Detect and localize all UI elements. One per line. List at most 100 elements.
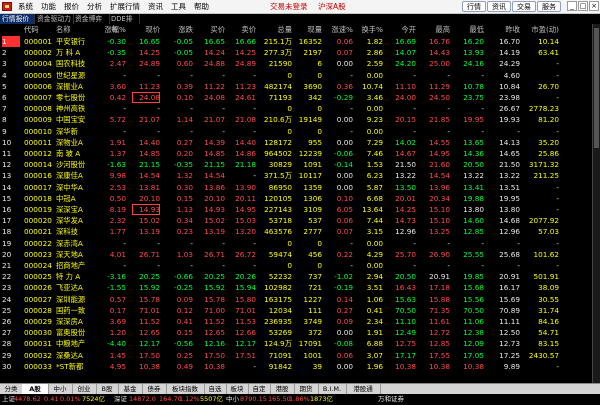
table-row[interactable]: 14 000017 深中华A 2.53 13.81 0.30 13.86 13.90 86950… [0,182,592,193]
menu-news[interactable]: 资讯 [144,0,167,13]
header-high[interactable]: 最高 [422,24,450,35]
table-row[interactable]: 23 000026 飞亚达A -1.55 15.92 -0.25 15.92 15.94 102… [0,282,592,293]
turnover-pct: 1.06 [366,294,383,304]
menu-function[interactable]: 功能 [37,0,60,13]
table-row[interactable]: 27 000030 富奥股份 1.20 12.65 0.15 12.65 12.66 53269… [0,327,592,338]
row-index: 2 [2,48,7,58]
table-row[interactable]: 16 000019 深深宝A 8.19 14.93 1.13 14.93 14.95 22714… [0,204,592,216]
table-row[interactable]: 19 000022 深赤湾A - - - - - 0 0 - 0.00 - - - - - [0,238,592,249]
table-row[interactable]: 7 000008 神州高铁 - - - - - 0 0 - 0.00 - - - 26.67 2778.23 [0,103,592,114]
table-row[interactable]: 1 000001 平安银行 -0.30 16.65 -0.05 16.65 16.66 215.… [0,36,592,48]
table-row[interactable]: 6 000007 零七股份 0.42 24.08 0.10 24.08 24.61 71193 3… [0,92,592,104]
turnover-pct: 1.96 [366,361,383,371]
table-row[interactable]: 30 000033 *ST新都 4.95 10.38 0.49 10.38 - 91842 39 0… [0,361,592,372]
tab-sector-index[interactable]: 板块指数 [166,384,205,394]
header-code[interactable]: 代码 [24,24,60,35]
menu-analysis[interactable]: 分析 [83,0,106,13]
tab-bonds[interactable]: 债券 [142,384,167,394]
low-price: 13.80 [463,205,484,214]
table-row[interactable]: 12 000014 沙河股份 -1.63 21.15 -0.35 21.15 21.18 308… [0,159,592,170]
table-row[interactable]: 2 000002 万 科 A -0.35 14.25 -0.05 14.24 14.25 277… [0,47,592,58]
tab-sme[interactable]: 中小 [48,384,73,394]
tab-custom[interactable]: 自定 [248,384,271,394]
trade-button[interactable]: 交易 [512,1,536,12]
table-row[interactable]: 13 000016 深康佳A 9.98 14.54 1.32 14.54 -371.5万 101… [0,170,592,181]
change-pct: 5.72 [109,115,126,125]
tab-hk-stocks[interactable]: 港股 [270,384,295,394]
change: 0.12 [176,305,193,315]
news-button[interactable]: 资讯 [487,1,511,12]
speed-pct: - [350,70,353,80]
header-open[interactable]: 今开 [388,24,416,35]
close-button[interactable]: × [589,1,599,11]
prev-close: 20.91 [499,272,520,282]
header-current-volume[interactable]: 现量 [294,24,322,35]
volume: 128172 [264,137,292,147]
header-name[interactable]: 名称 [56,24,96,35]
tab-watchlist[interactable]: 自选 [204,384,227,394]
sme-label: 中小 [226,395,239,403]
stock-code: 000017 [24,182,52,192]
scrollbar-thumb[interactable] [594,28,599,148]
tab-funds[interactable]: 基金 [118,384,143,394]
header-volume[interactable]: 总量 [258,24,292,35]
table-row[interactable]: 24 000027 深圳能源 0.57 15.78 0.09 15.78 15.80 16317… [0,294,592,305]
tab-a-shares[interactable]: A股 [22,384,49,394]
ask-price: 13.20 [235,227,256,237]
table-row[interactable]: 15 000018 中冠A 0.50 20.10 0.15 20.10 20.11 120105… [0,193,592,204]
header-change-pct[interactable]: 涨幅% [100,24,126,35]
table-row[interactable]: 29 000032 深桑达A 1.45 17.50 0.25 17.50 17.51 71091… [0,350,592,361]
tab-futures[interactable]: 期货 [294,384,319,394]
current-volume: 955 [308,137,322,147]
menu-quotes[interactable]: 报价 [60,0,83,13]
tab-growth[interactable]: 创业 [72,384,97,394]
change: -0.66 [174,272,193,282]
header-speed[interactable]: 涨速% [325,24,353,35]
menu-tools[interactable]: 工具 [167,0,190,13]
table-row[interactable]: 8 000009 中国宝安 5.72 21.07 1.14 21.07 21.08 210.6万… [0,114,592,125]
table-row[interactable]: 21 000024 招商地产 - - - - - 0 0 - 0.00 - - - - - [0,260,592,271]
table-row[interactable]: 18 000021 深科技 1.77 13.19 0.23 13.19 13.20 463576… [0,226,592,237]
table-row[interactable]: 5 000006 深振业A 3.60 11.23 0.39 11.22 11.23 482174… [0,81,592,92]
table-row[interactable]: 3 000004 国农科技 2.47 24.89 0.60 24.88 24.89 21590 6… [0,58,592,69]
table-row[interactable]: 22 000025 特 力 A -3.16 20.25 -0.66 20.25 20.26 52… [0,271,592,282]
pe-ratio: 38.09 [538,283,559,293]
tab-b-shares[interactable]: B股 [96,384,119,394]
table-row[interactable]: 10 000011 深物业A 1.91 14.40 0.27 14.39 14.40 12817… [0,137,592,148]
table-row[interactable]: 4 000005 世纪星源 - - - - - 0 0 - 0.00 - - - 4.60 - [0,70,592,81]
quotes-button[interactable]: 行情 [462,1,486,12]
tab-hk-connect[interactable]: 港股通 [346,384,381,394]
tab-sectors[interactable]: 板块 [226,384,249,394]
tab-quotes[interactable]: 行情报价 [0,14,35,24]
stock-code: 000005 [24,70,52,80]
price: 14.40 [139,137,160,147]
tab-bim[interactable]: B.I.M. [318,384,347,394]
table-row[interactable]: 26 000029 深深房A 3.69 11.52 0.41 11.52 11.53 23693… [0,316,592,327]
maximize-button[interactable]: □ [578,1,588,11]
table-row[interactable]: 20 000023 深天地A 4.01 26.71 1.03 26.71 26.72 59474… [0,249,592,260]
table-row[interactable]: 25 000028 国药一致 0.17 71.01 0.12 71.00 71.01 12034… [0,305,592,316]
header-change[interactable]: 涨跌 [165,24,193,35]
header-low[interactable]: 最低 [456,24,484,35]
minimize-button[interactable]: _ [567,1,577,11]
tab-category[interactable]: 分类 [0,384,23,394]
header-prev-close[interactable]: 昨收 [490,24,520,35]
table-row[interactable]: 28 000031 中粮地产 -4.40 12.17 -0.56 12.16 12.17 124… [0,338,592,349]
vertical-scrollbar[interactable] [592,24,600,383]
menu-extended-quotes[interactable]: 扩展行情 [106,0,144,13]
header-turnover[interactable]: 换手% [355,24,383,35]
table-row[interactable]: 11 000012 南 玻 A 1.37 14.85 0.20 14.85 14.86 9645… [0,148,592,159]
header-ask[interactable]: 卖价 [228,24,256,35]
tab-fund-drive[interactable]: 资金驱动力 [35,14,74,24]
menu-system[interactable]: 系统 [14,0,37,13]
table-row[interactable]: 17 000020 深华发A 2.32 15.02 0.34 15.02 15.03 53718… [0,215,592,226]
menu-help[interactable]: 帮助 [190,0,213,13]
header-bid[interactable]: 买价 [197,24,225,35]
service-button[interactable]: 服务 [537,1,561,12]
table-row[interactable]: 9 000010 深华新 - - - - - 0 0 - 0.00 - - - - - [0,126,592,137]
header-pe[interactable]: 市盈(动) [523,24,559,35]
header-price[interactable]: 现价 [132,24,160,35]
tab-dde-ranking[interactable]: DDE排名 [109,14,140,33]
tab-fund-game[interactable]: 资金博弈 [73,14,110,24]
pe-ratio: 211.25 [533,171,559,181]
